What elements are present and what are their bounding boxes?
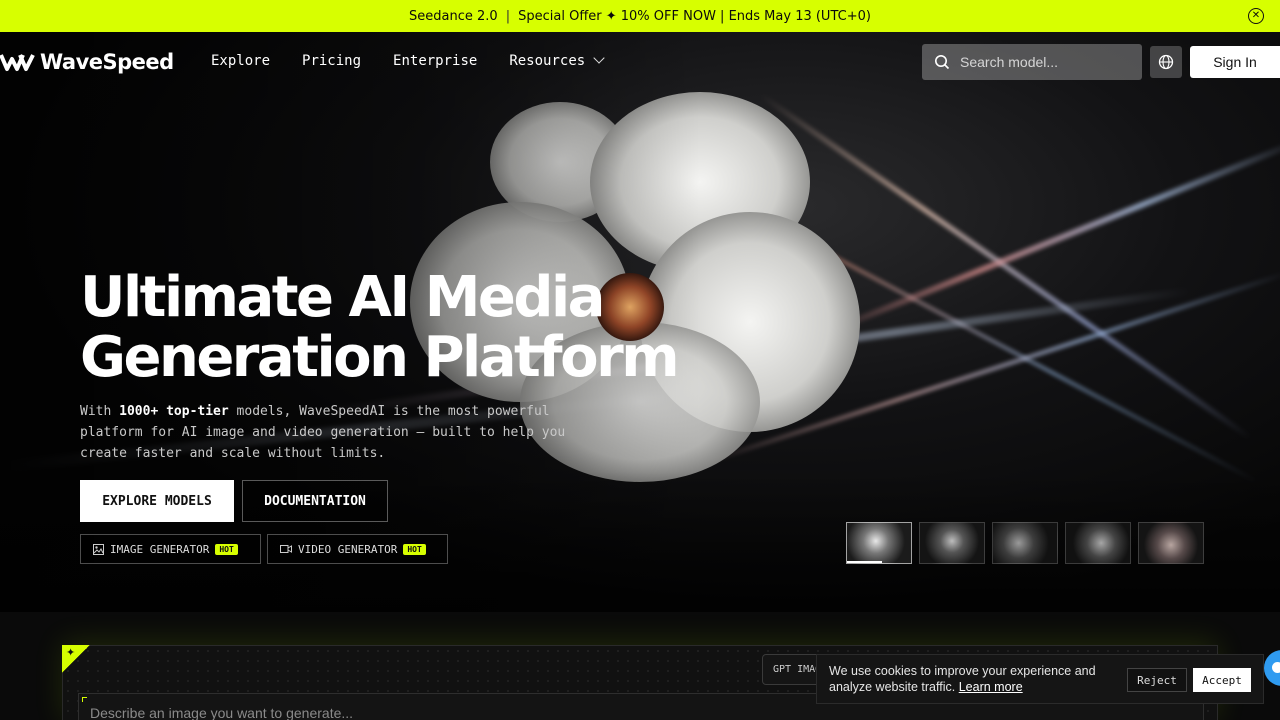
hero-thumbnails <box>846 522 1204 564</box>
logo[interactable]: WaveSpeed <box>0 50 174 74</box>
search-icon <box>935 55 950 70</box>
nav-links: Explore Pricing Enterprise Resources <box>211 52 605 69</box>
hero-title: Ultimate AI Media Generation Platform <box>80 268 720 388</box>
search-box[interactable] <box>922 44 1142 80</box>
sign-in-button[interactable]: Sign In <box>1190 46 1280 78</box>
thumbnail-3[interactable] <box>992 522 1058 564</box>
nav-resources[interactable]: Resources <box>509 52 605 69</box>
globe-icon <box>1158 54 1174 70</box>
cookie-text: We use cookies to improve your experienc… <box>829 664 1096 694</box>
logo-text: WaveSpeed <box>40 50 174 74</box>
thumbnail-4[interactable] <box>1065 522 1131 564</box>
announcement-separator: | <box>505 8 511 24</box>
documentation-button[interactable]: DOCUMENTATION <box>242 480 388 522</box>
nav-pricing[interactable]: Pricing <box>302 53 361 69</box>
chevron-down-icon <box>593 52 605 64</box>
hero-title-line1: Ultimate AI Media <box>80 265 605 330</box>
image-generator-label: IMAGE GENERATOR <box>110 542 210 556</box>
hero-title-line2: Generation Platform <box>80 325 680 390</box>
video-generator-label: VIDEO GENERATOR <box>298 542 398 556</box>
thumbnail-5[interactable] <box>1138 522 1204 564</box>
nav-resources-label: Resources <box>509 53 586 69</box>
logo-icon <box>0 54 35 71</box>
image-generator-chip[interactable]: IMAGE GENERATOR HOT <box>80 534 261 564</box>
thumbnail-1[interactable] <box>846 522 912 564</box>
hero-subtitle: With 1000+ top-tier models, WaveSpeedAI … <box>80 404 566 461</box>
sparkle-icon: ✦ <box>66 647 76 659</box>
image-icon <box>93 543 104 555</box>
reject-button[interactable]: Reject <box>1127 668 1187 692</box>
search-input[interactable] <box>960 54 1130 70</box>
nav-explore[interactable]: Explore <box>211 53 270 69</box>
video-icon <box>280 545 292 553</box>
video-generator-chip[interactable]: VIDEO GENERATOR HOT <box>267 534 448 564</box>
announcement-offer[interactable]: Special Offer ✦ 10% OFF NOW | Ends May 1… <box>518 9 871 24</box>
explore-models-button[interactable]: EXPLORE MODELS <box>80 480 234 522</box>
accept-button[interactable]: Accept <box>1193 668 1251 692</box>
prompt-corner-mark <box>82 697 87 702</box>
announcement-product[interactable]: Seedance 2.0 <box>409 9 498 24</box>
thumbnail-2[interactable] <box>919 522 985 564</box>
nav-enterprise[interactable]: Enterprise <box>393 53 477 69</box>
cookie-banner: We use cookies to improve your experienc… <box>816 654 1264 704</box>
hero-subtitle-highlight: 1000+ top-tier <box>119 404 229 419</box>
learn-more-link[interactable]: Learn more <box>959 680 1023 694</box>
language-button[interactable] <box>1150 46 1182 78</box>
hot-badge: HOT <box>215 543 238 555</box>
hot-badge: HOT <box>403 543 426 555</box>
top-nav: WaveSpeed Explore Pricing Enterprise Res… <box>0 32 1280 92</box>
close-icon[interactable]: ✕ <box>1248 8 1264 24</box>
thumbnail-progress-bar <box>847 561 883 563</box>
announcement-bar: Seedance 2.0 | Special Offer ✦ 10% OFF N… <box>0 0 1280 32</box>
prompt-input[interactable] <box>90 705 690 720</box>
